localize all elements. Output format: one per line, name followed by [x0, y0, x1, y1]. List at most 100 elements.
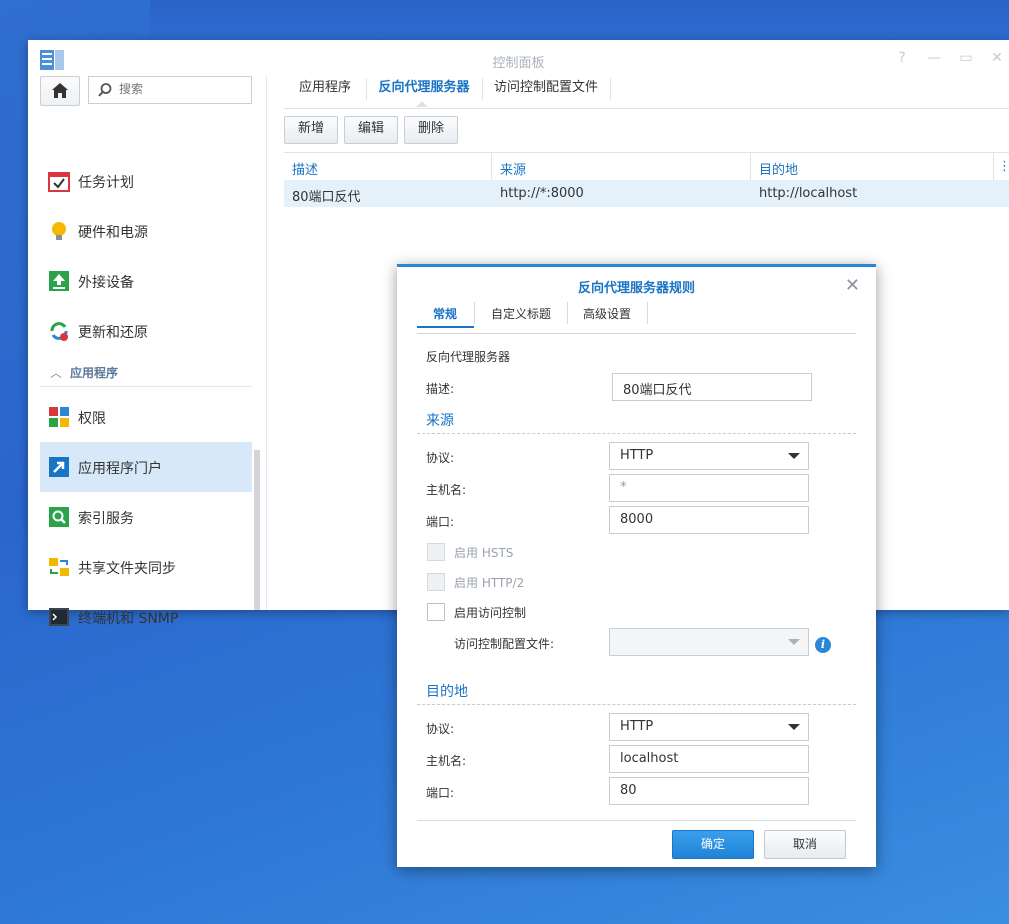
source-port-field[interactable]: 8000 — [609, 506, 809, 534]
home-button[interactable] — [40, 76, 80, 106]
destination-section-title: 目的地 — [426, 684, 468, 700]
desktop-background — [150, 0, 1009, 40]
maximize-icon[interactable]: ▭ — [958, 50, 974, 66]
source-hostname-label: 主机名: — [426, 483, 467, 497]
source-port-value: 8000 — [620, 512, 654, 527]
http2-label: 启用 HTTP/2 — [454, 576, 525, 590]
access-profile-select[interactable] — [609, 628, 809, 656]
window-title: 控制面板 — [492, 56, 545, 71]
task-scheduler-icon — [48, 172, 70, 192]
shared-folder-sync-icon — [49, 558, 69, 576]
sidebar-item-label: 外接设备 — [78, 275, 134, 291]
search-input[interactable] — [117, 81, 241, 97]
tab-applications[interactable]: 应用程序 — [284, 76, 366, 108]
dialog-close-icon[interactable]: ✕ — [845, 275, 860, 296]
search-field[interactable] — [88, 76, 252, 104]
sidebar-item-update-restore[interactable]: 更新和还原 — [40, 306, 252, 356]
destination-hostname-label: 主机名: — [426, 754, 467, 768]
description-field[interactable]: 80端口反代 — [612, 373, 812, 401]
terminal-snmp-icon — [49, 608, 69, 626]
sidebar-item-label: 权限 — [78, 411, 106, 427]
source-protocol-value: HTTP — [620, 448, 654, 463]
selected-tab-underline — [417, 326, 474, 328]
minimize-icon[interactable]: — — [926, 50, 942, 66]
dialog-tab-custom-header[interactable]: 自定义标题 — [491, 305, 551, 322]
dialog-tab-advanced[interactable]: 高级设置 — [583, 305, 631, 322]
help-icon[interactable]: ? — [894, 50, 910, 66]
sidebar-item-task-scheduler[interactable]: 任务计划 — [40, 156, 252, 206]
create-button[interactable]: 新增 — [284, 116, 338, 144]
sidebar-item-indexing-service[interactable]: 索引服务 — [40, 492, 252, 542]
column-header-destination[interactable]: 目的地 — [759, 159, 798, 178]
column-divider — [993, 153, 994, 180]
source-protocol-select[interactable]: HTTP — [609, 442, 809, 470]
section-label: 应用程序 — [70, 366, 119, 380]
description-label: 描述: — [426, 382, 455, 396]
chevron-down-icon — [788, 724, 800, 730]
sidebar-item-label: 更新和还原 — [78, 325, 148, 341]
table-row[interactable]: 80端口反代 http://*:8000 http://localhost — [284, 180, 1009, 207]
cell-destination: http://localhost — [759, 186, 858, 201]
dialog-title: 反向代理服务器规则 — [577, 281, 695, 296]
window-titlebar[interactable]: 控制面板 ? — ▭ ✕ — [28, 40, 1009, 76]
sidebar-item-label: 应用程序门户 — [78, 461, 162, 477]
destination-protocol-select[interactable]: HTTP — [609, 713, 809, 741]
update-restore-icon — [50, 322, 68, 341]
destination-hostname-value: localhost — [620, 751, 679, 766]
external-devices-icon — [49, 271, 69, 291]
column-menu-icon[interactable]: ⋮ — [998, 159, 1009, 174]
sidebar: 任务计划 硬件和电源 外接设备 更新和还原 — [28, 76, 266, 627]
sidebar-item-terminal-snmp[interactable]: 终端机和 SNMP — [40, 592, 252, 642]
destination-protocol-label: 协议: — [426, 722, 455, 736]
column-header-source[interactable]: 来源 — [500, 159, 526, 178]
http2-checkbox[interactable] — [427, 573, 445, 591]
sidebar-section-applications[interactable]: ︿ 应用程序 — [40, 360, 252, 387]
tab-access-control-profile[interactable]: 访问控制配置文件 — [483, 76, 609, 108]
source-protocol-label: 协议: — [426, 451, 455, 465]
search-icon — [98, 83, 112, 97]
destination-port-value: 80 — [620, 783, 637, 798]
source-section-title: 来源 — [426, 413, 454, 429]
edit-button[interactable]: 编辑 — [344, 116, 398, 144]
cancel-button[interactable]: 取消 — [764, 830, 846, 859]
section-divider — [417, 704, 856, 705]
home-icon — [52, 83, 68, 98]
access-control-checkbox[interactable] — [427, 603, 445, 621]
sidebar-item-label: 硬件和电源 — [78, 225, 148, 241]
ok-button[interactable]: 确定 — [672, 830, 754, 859]
info-icon[interactable]: i — [815, 637, 831, 653]
sidebar-item-label: 共享文件夹同步 — [78, 561, 176, 577]
delete-button[interactable]: 删除 — [404, 116, 458, 144]
destination-hostname-field[interactable]: localhost — [609, 745, 809, 773]
access-profile-label: 访问控制配置文件: — [454, 637, 555, 651]
sidebar-scrollbar[interactable] — [254, 450, 260, 610]
footer-divider — [417, 820, 856, 821]
tab-bar: 应用程序 反向代理服务器 访问控制配置文件 — [284, 76, 1009, 109]
privileges-icon — [49, 407, 69, 427]
sidebar-divider — [266, 76, 267, 610]
column-header-description[interactable]: 描述 — [292, 159, 318, 178]
dialog-tab-general[interactable]: 常规 — [433, 305, 457, 322]
close-icon[interactable]: ✕ — [989, 50, 1005, 66]
chevron-down-icon — [788, 639, 800, 645]
sidebar-item-application-portal[interactable]: 应用程序门户 — [40, 442, 252, 492]
indexing-service-icon — [49, 507, 69, 527]
sidebar-item-external-devices[interactable]: 外接设备 — [40, 256, 252, 306]
sidebar-item-shared-folder-sync[interactable]: 共享文件夹同步 — [40, 542, 252, 592]
chevron-up-icon: ︿ — [50, 366, 63, 380]
tab-divider — [610, 78, 611, 100]
section-divider — [417, 433, 856, 434]
destination-port-field[interactable]: 80 — [609, 777, 809, 805]
sidebar-item-label: 任务计划 — [78, 175, 134, 191]
sidebar-item-privileges[interactable]: 权限 — [40, 392, 252, 442]
column-divider — [750, 153, 751, 180]
column-divider — [491, 153, 492, 180]
source-hostname-field[interactable]: * — [609, 474, 809, 502]
hsts-checkbox[interactable] — [427, 543, 445, 561]
grid-header: 描述 来源 目的地 ⋮ — [284, 152, 1009, 181]
destination-port-label: 端口: — [426, 786, 455, 800]
sidebar-item-hardware-power[interactable]: 硬件和电源 — [40, 206, 252, 256]
tab-divider — [567, 302, 568, 324]
hardware-power-icon — [52, 222, 66, 240]
application-portal-icon — [49, 457, 69, 477]
